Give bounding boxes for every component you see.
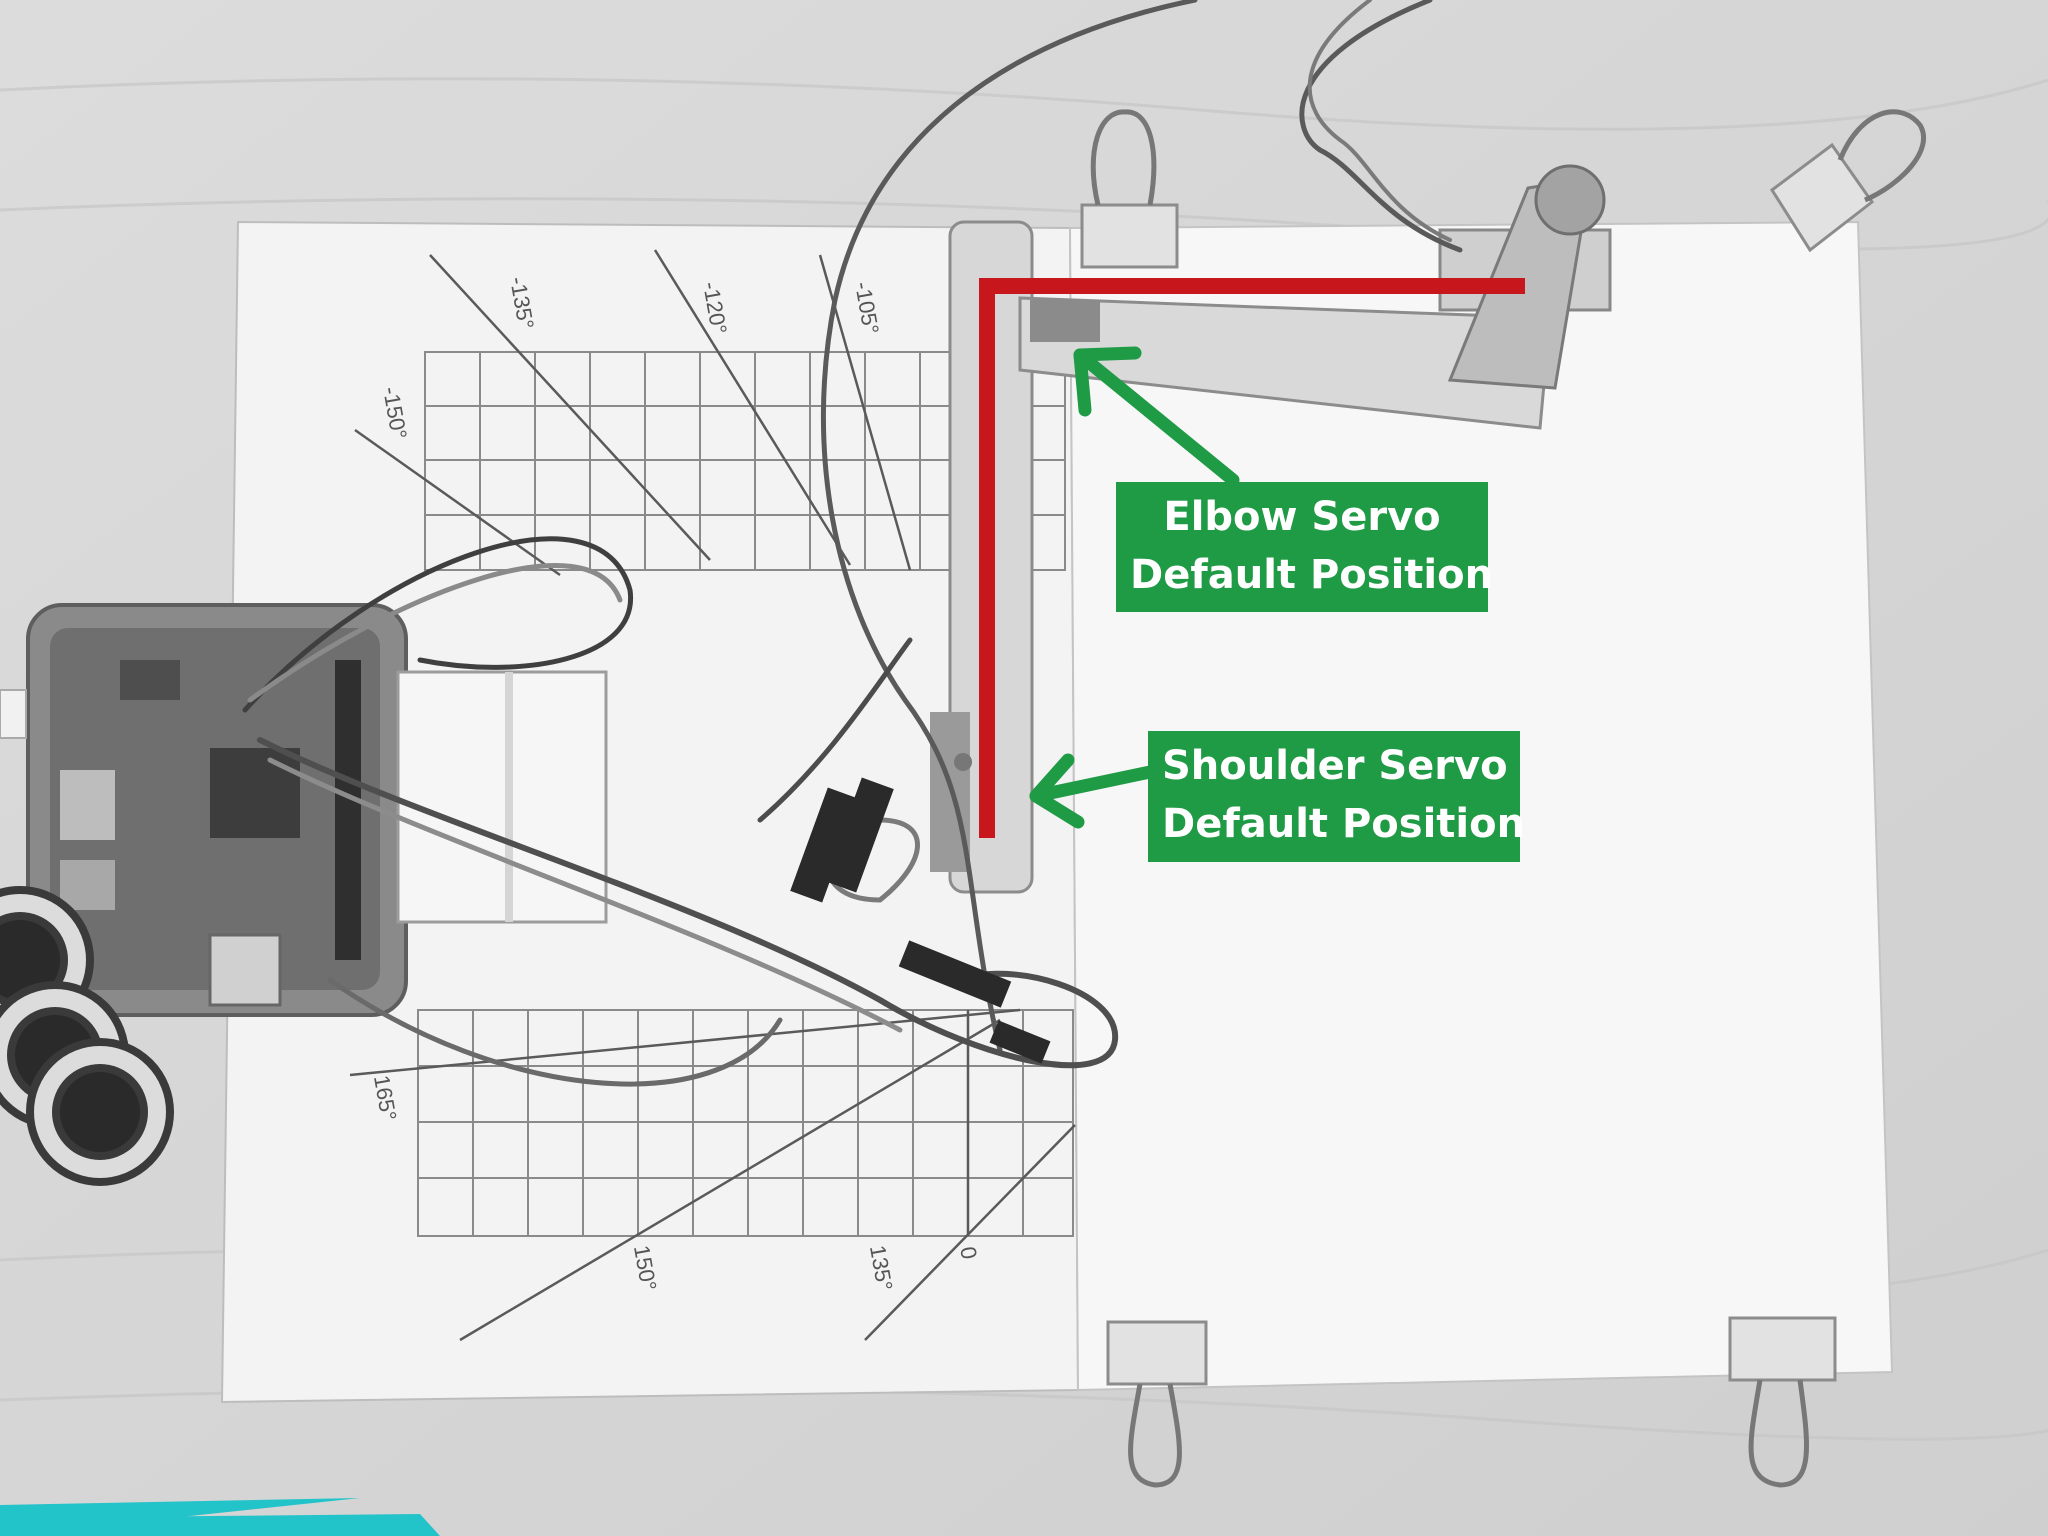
usb-plug — [0, 689, 27, 739]
elbow-servo-callout: Elbow Servo Default Position — [1116, 482, 1494, 612]
breadboard — [396, 670, 608, 924]
photo-scene — [0, 0, 2048, 1536]
elbow-callout-line2: Default Position — [1130, 552, 1494, 598]
shoulder-callout-line1: Shoulder Servo — [1162, 743, 1508, 789]
shoulder-callout-line2: Default Position — [1162, 801, 1526, 847]
shoulder-servo-callout: Shoulder Servo Default Position — [1148, 731, 1526, 862]
elbow-callout-line1: Elbow Servo — [1163, 494, 1441, 540]
